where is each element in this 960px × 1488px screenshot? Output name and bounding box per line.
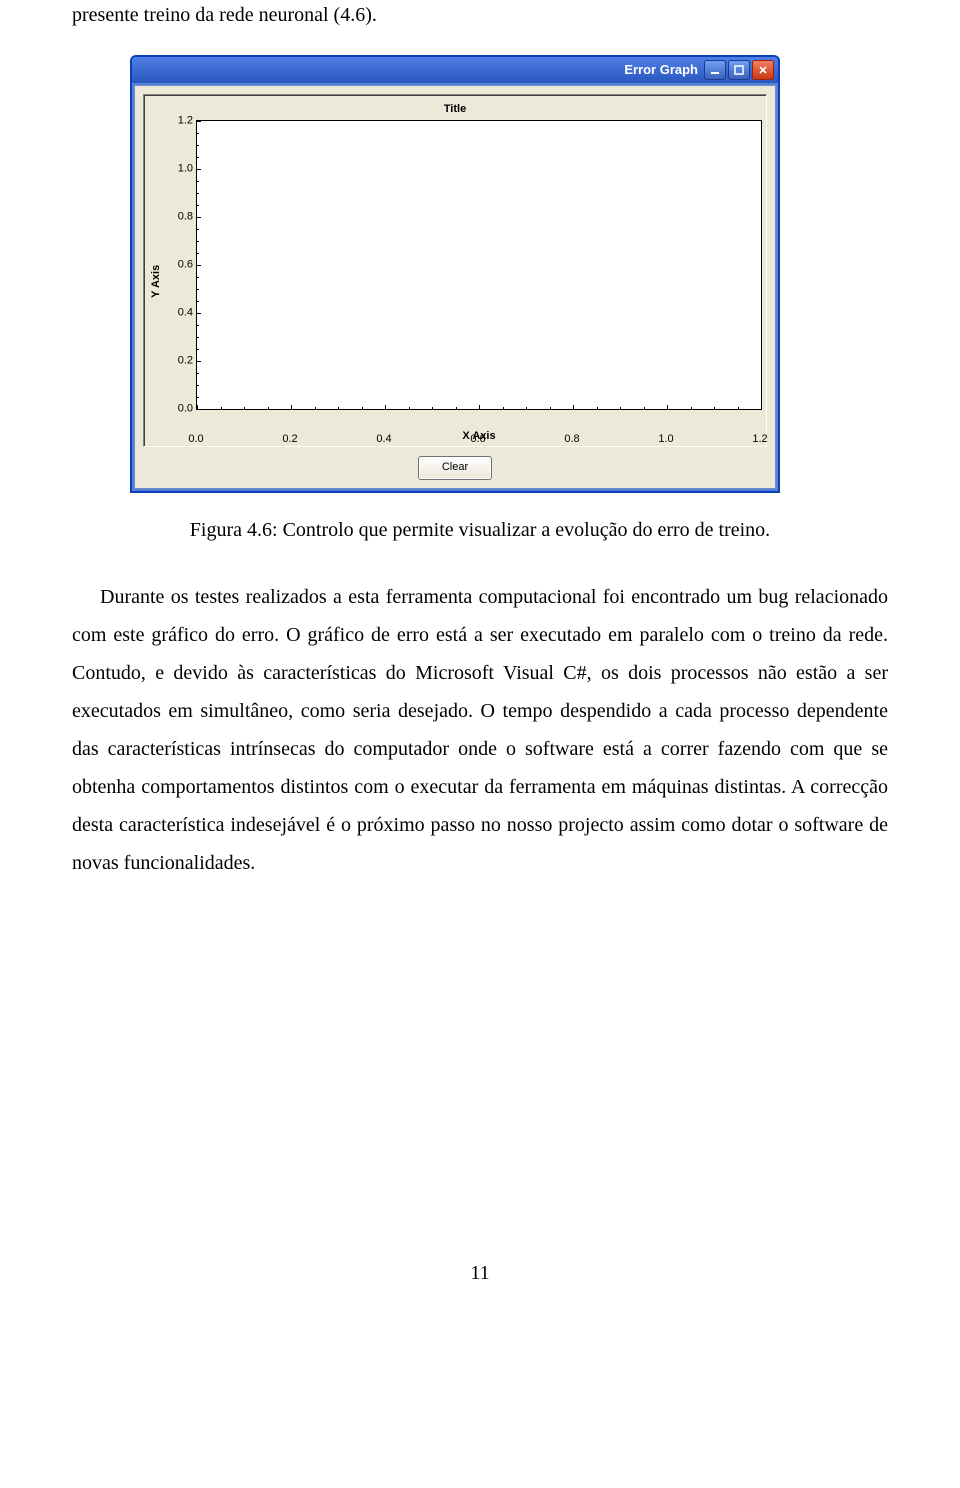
x-tick-label: 0.2	[282, 433, 297, 446]
y-tick-label: 0.4	[165, 306, 193, 319]
y-tick-label: 1.2	[165, 114, 193, 127]
window-titlebar[interactable]: Error Graph	[132, 57, 778, 83]
chart-plot-area: 0.00.20.40.60.81.01.2	[196, 120, 762, 410]
intro-text: presente treino da rede neuronal (4.6).	[72, 4, 888, 27]
close-button[interactable]	[752, 60, 774, 80]
maximize-button[interactable]	[728, 60, 750, 80]
y-tick-label: 0.2	[165, 354, 193, 367]
x-tick-label: 1.0	[658, 433, 673, 446]
x-tick-label: 1.2	[752, 433, 767, 446]
y-tick-label: 0.8	[165, 210, 193, 223]
y-tick-label: 1.0	[165, 162, 193, 175]
y-axis-label: Y Axis	[148, 120, 166, 443]
window-client-area: Title Y Axis 0.00.20.40.60.81.01.2 0.00.…	[134, 85, 776, 489]
minimize-icon	[710, 65, 720, 75]
chart-title: Title	[148, 103, 762, 116]
body-paragraph: Durante os testes realizados a esta ferr…	[72, 578, 888, 882]
x-tick-label: 0.8	[564, 433, 579, 446]
x-tick-label: 0.0	[188, 433, 203, 446]
error-graph-window: Error Graph Title Y Axis	[130, 55, 780, 493]
minimize-button[interactable]	[704, 60, 726, 80]
figure-caption: Figura 4.6: Controlo que permite visuali…	[72, 519, 888, 542]
clear-button[interactable]: Clear	[418, 456, 492, 480]
x-tick-label: 0.4	[376, 433, 391, 446]
page-number: 11	[72, 1262, 888, 1285]
x-tick-label: 0.6	[470, 433, 485, 446]
close-icon	[758, 65, 768, 75]
maximize-icon	[734, 65, 744, 75]
y-tick-label: 0.0	[165, 402, 193, 415]
chart-panel: Title Y Axis 0.00.20.40.60.81.01.2 0.00.…	[143, 94, 767, 447]
window-title: Error Graph	[624, 63, 698, 78]
y-tick-label: 0.6	[165, 258, 193, 271]
